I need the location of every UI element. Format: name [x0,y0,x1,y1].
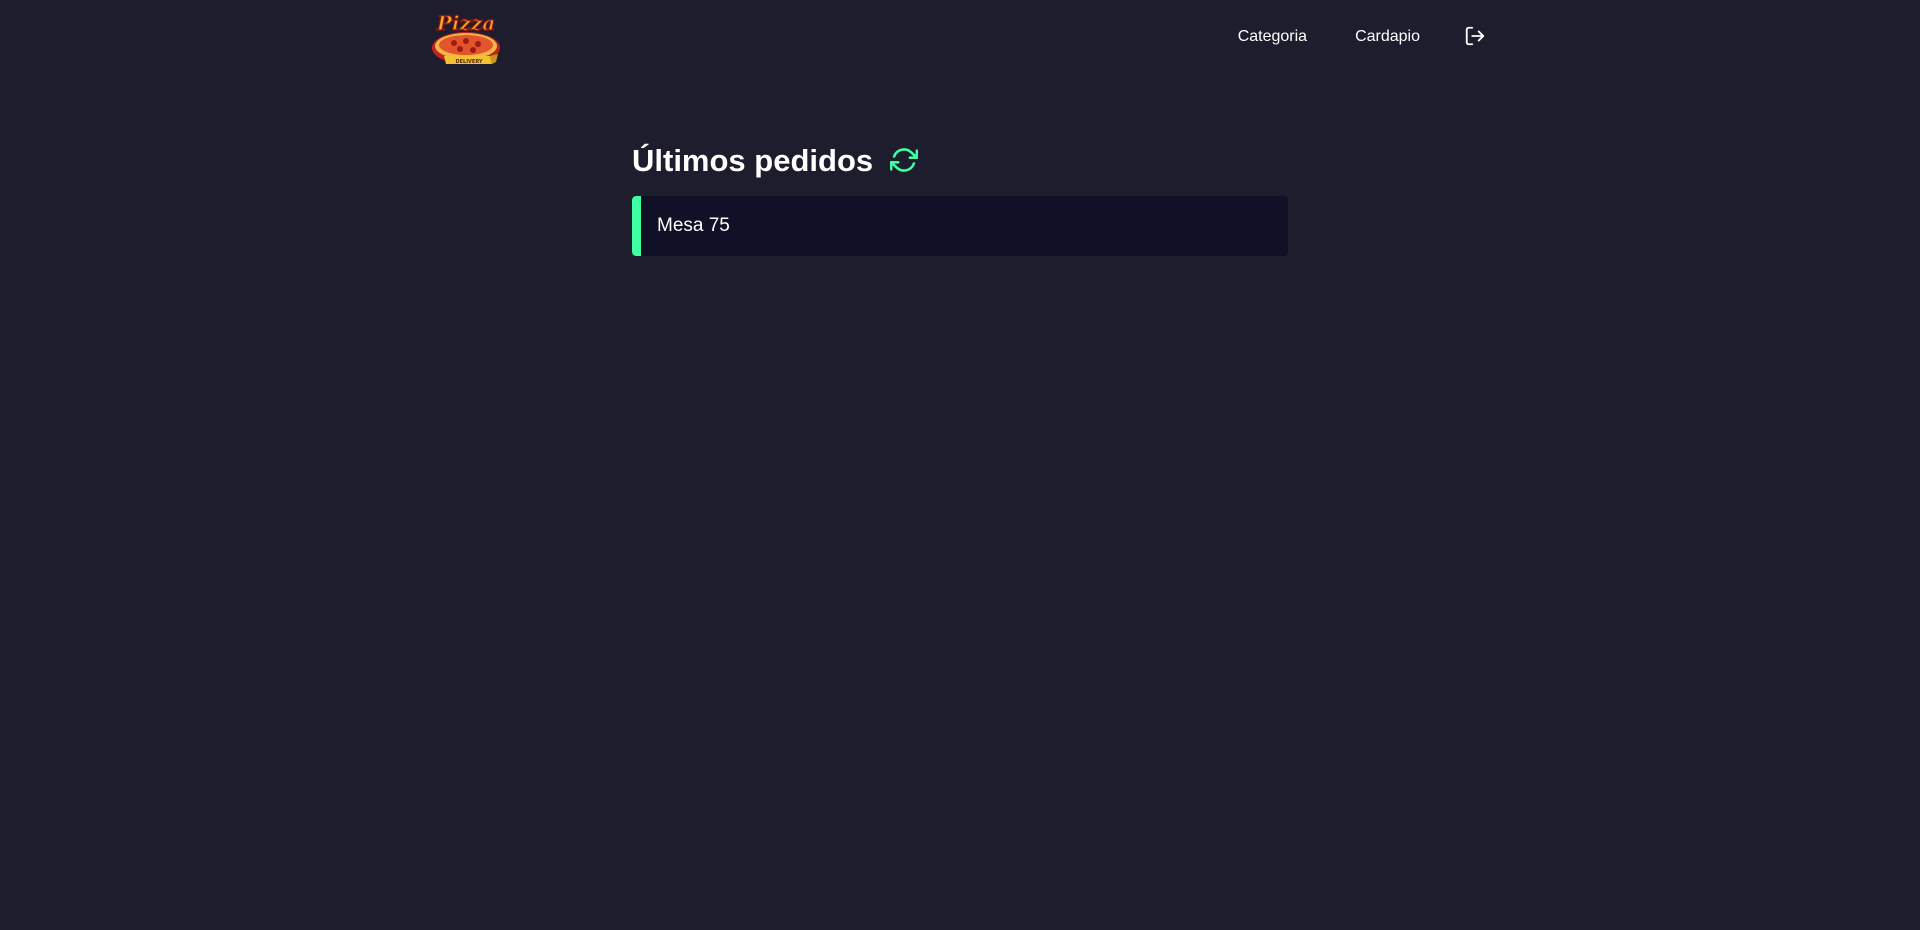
nav-link-cardapio[interactable]: Cardapio [1355,28,1420,46]
logout-button[interactable] [1462,23,1488,49]
app-header: Pizza DELIVERY Categoria Cardapio [0,0,1920,74]
main-nav: Categoria Cardapio [1190,0,1488,74]
order-label: Mesa 75 [657,215,730,236]
page-title: Últimos pedidos [632,143,874,178]
refresh-button[interactable] [889,145,919,175]
logout-icon [1465,26,1485,46]
svg-text:DELIVERY: DELIVERY [455,59,482,65]
order-status-tag [632,196,641,256]
nav-link-categoria[interactable]: Categoria [1238,28,1307,46]
order-item[interactable]: Mesa 75 [632,196,1288,256]
orders-panel: Últimos pedidos Mesa 75 [632,138,1288,256]
orders-list: Mesa 75 [632,196,1288,256]
svg-text:Pizza: Pizza [436,11,495,35]
refresh-icon [890,148,919,172]
pizza-logo[interactable]: Pizza DELIVERY [430,6,502,70]
title-row: Últimos pedidos [632,138,1288,184]
